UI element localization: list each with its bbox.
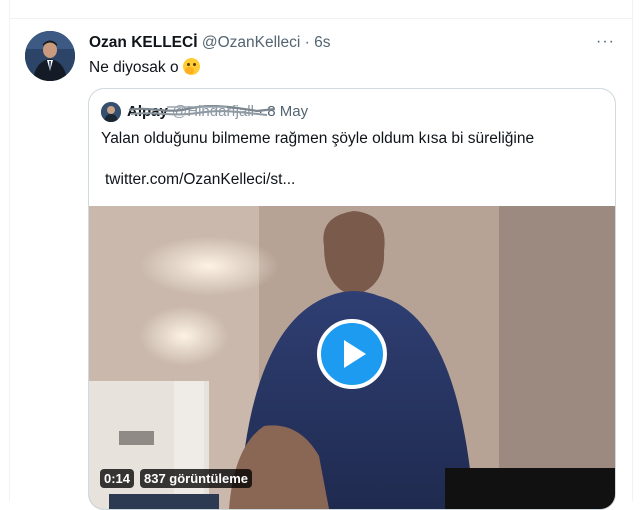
quoted-author-name[interactable]: Alpay [127, 103, 168, 120]
tweet-text-content: Ne diyosak o [89, 59, 179, 76]
author-handle[interactable]: @OzanKelleci [202, 34, 300, 51]
more-dots-icon[interactable]: ··· [596, 33, 615, 51]
tweet-header: Ozan KELLECİ @OzanKelleci · 6s [89, 34, 330, 52]
author-avatar[interactable] [25, 31, 75, 81]
melting-face-emoji [182, 58, 200, 75]
play-triangle [344, 340, 366, 368]
quoted-author-handle[interactable]: @Hindarfjall [172, 103, 254, 120]
video-player[interactable]: 0:14 837 görüntüleme [89, 206, 615, 509]
quoted-tweet-card[interactable]: Alpay @Hindarfjall · 8 May Yalan olduğun… [88, 88, 616, 510]
author-name[interactable]: Ozan KELLECİ [89, 34, 198, 51]
left-border [0, 0, 10, 501]
quoted-text: Yalan olduğunu bilmeme rağmen şöyle oldu… [101, 130, 535, 147]
separator-dot: · [304, 34, 310, 51]
right-border [632, 0, 640, 501]
quoted-time[interactable]: 8 May [267, 103, 308, 120]
video-views: 837 görüntüleme [140, 469, 253, 488]
tweet-text: Ne diyosak o [89, 58, 200, 77]
separator-dot: · [258, 103, 264, 120]
play-icon[interactable] [317, 319, 387, 389]
tweet-time[interactable]: 6s [314, 34, 330, 51]
quoted-author-avatar [101, 102, 121, 122]
video-duration: 0:14 [100, 469, 135, 488]
previous-tweet-actions [10, 0, 632, 19]
quoted-link[interactable]: twitter.com/OzanKelleci/st... [105, 171, 295, 189]
quoted-header: Alpay @Hindarfjall · 8 May [127, 103, 308, 120]
